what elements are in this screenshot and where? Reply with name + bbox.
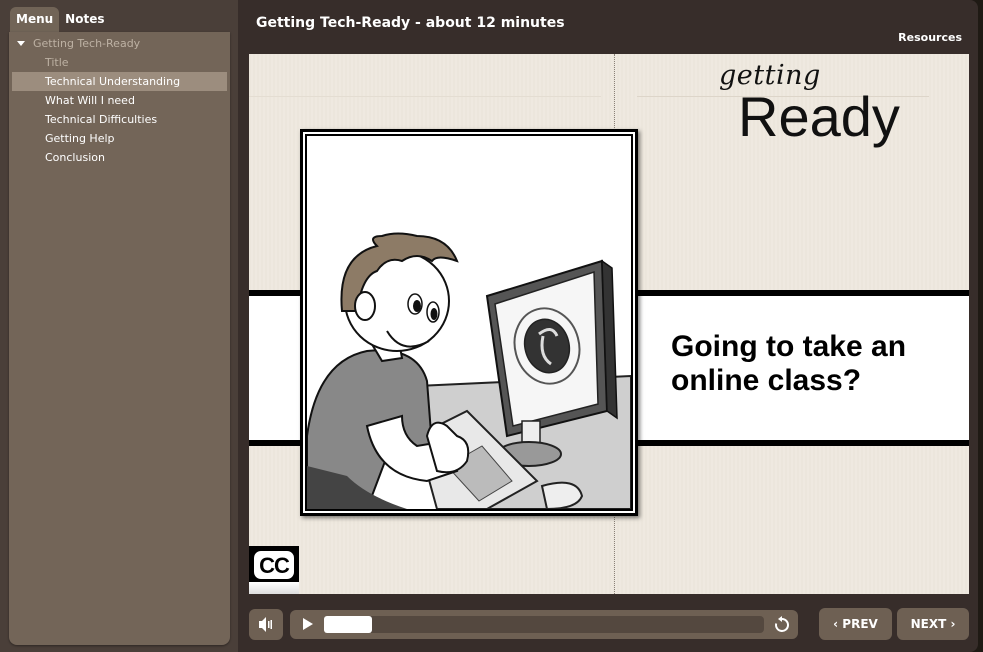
speaker-icon — [259, 617, 272, 632]
progress-fill[interactable] — [324, 616, 373, 633]
menu-tree: Getting Tech-Ready Title Technical Under… — [9, 34, 230, 167]
sidebar: Menu Notes Getting Tech-Ready Title Tech… — [0, 0, 238, 652]
boy-at-computer-illustration — [307, 232, 631, 509]
menu-item-technical-understanding[interactable]: Technical Understanding — [12, 72, 227, 91]
guide-line — [249, 96, 601, 97]
menu-item-getting-help[interactable]: Getting Help — [9, 129, 230, 148]
illustration-frame — [300, 129, 638, 516]
next-label: NEXT — [910, 617, 947, 631]
cc-icon: CC — [254, 551, 294, 579]
menu-item-conclusion[interactable]: Conclusion — [9, 148, 230, 167]
volume-button[interactable] — [249, 609, 283, 640]
menu-item-title[interactable]: Title — [9, 53, 230, 72]
menu-item-label: Getting Tech-Ready — [33, 37, 141, 50]
player-window: Menu Notes Getting Tech-Ready Title Tech… — [0, 0, 978, 652]
tab-notes[interactable]: Notes — [59, 7, 110, 32]
menu-item-getting-tech-ready[interactable]: Getting Tech-Ready — [9, 34, 230, 53]
tab-menu[interactable]: Menu — [10, 7, 60, 32]
slide-question: Going to take an online class? — [671, 330, 907, 397]
menu-item-what-will-i-need[interactable]: What Will I need — [9, 91, 230, 110]
prev-label: PREV — [842, 617, 878, 631]
logo-ready: Ready — [738, 85, 900, 148]
menu-item-technical-difficulties[interactable]: Technical Difficulties — [9, 110, 230, 129]
course-title: Getting Tech-Ready - about 12 minutes — [256, 15, 565, 31]
chevron-left-icon: ‹ — [833, 617, 839, 631]
seekbar — [290, 610, 798, 639]
sidebar-tabs: Menu Notes — [10, 7, 110, 32]
resources-link[interactable]: Resources — [898, 31, 962, 44]
menu-panel: Getting Tech-Ready Title Technical Under… — [9, 32, 230, 645]
progress-track[interactable] — [324, 616, 764, 633]
prev-button[interactable]: ‹ PREV — [819, 608, 892, 640]
illustration — [307, 136, 631, 509]
next-button[interactable]: NEXT › — [897, 608, 969, 640]
chevron-right-icon: › — [950, 617, 956, 631]
play-icon[interactable] — [303, 618, 313, 630]
closed-captions-button[interactable]: CC — [249, 546, 299, 594]
replay-icon[interactable] — [773, 616, 791, 634]
caret-down-icon[interactable] — [17, 40, 25, 46]
slide-canvas: getting Ready Going to take an online cl… — [249, 54, 969, 594]
